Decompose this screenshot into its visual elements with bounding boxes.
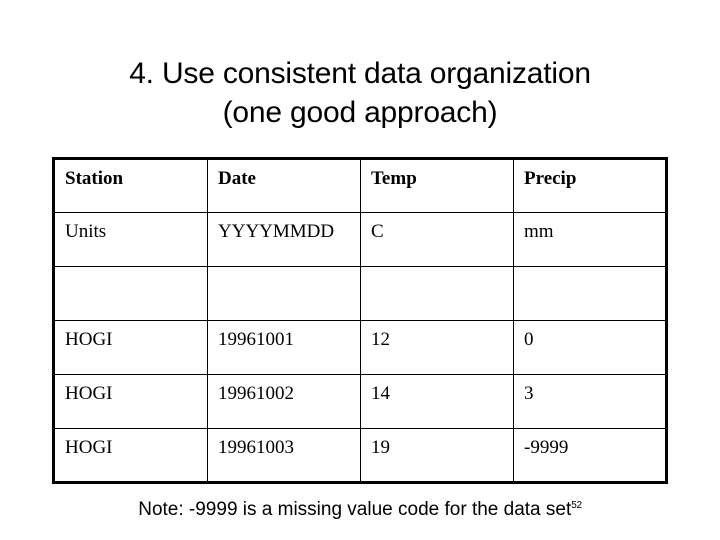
cell-units-date: YYYYMMDD bbox=[207, 212, 361, 267]
table-row-blank bbox=[53, 266, 667, 321]
cell-temp: 12 bbox=[360, 320, 514, 375]
cell-date: 19961001 bbox=[207, 320, 361, 375]
column-header-temp: Temp bbox=[360, 158, 514, 213]
cell-precip: 0 bbox=[513, 320, 667, 375]
data-table-container: Station Date Temp Precip Units YYYYMMDD … bbox=[52, 157, 668, 484]
cell-blank-precip bbox=[513, 266, 667, 321]
page-title-line-1: 4. Use consistent data organization bbox=[129, 57, 591, 90]
slide-canvas: 4. Use consistent data organization (one… bbox=[0, 0, 720, 540]
cell-temp: 14 bbox=[360, 374, 514, 429]
cell-station: HOGI bbox=[53, 374, 208, 429]
page-title: 4. Use consistent data organization (one… bbox=[36, 54, 684, 132]
cell-blank-temp bbox=[360, 266, 514, 321]
table-row: HOGI 19961003 19 -9999 bbox=[53, 428, 667, 483]
cell-date: 19961003 bbox=[207, 428, 361, 483]
table-row-units: Units YYYYMMDD C mm bbox=[53, 212, 667, 267]
cell-units-precip: mm bbox=[513, 212, 667, 267]
cell-blank-station bbox=[53, 266, 208, 321]
table-row: HOGI 19961001 12 0 bbox=[53, 320, 667, 375]
column-header-date: Date bbox=[207, 158, 361, 213]
cell-units-station: Units bbox=[53, 212, 208, 267]
cell-station: HOGI bbox=[53, 428, 208, 483]
cell-station: HOGI bbox=[53, 320, 208, 375]
data-table: Station Date Temp Precip Units YYYYMMDD … bbox=[52, 157, 668, 484]
slide-number: 52 bbox=[571, 500, 582, 511]
footer-note-text: Note: -9999 is a missing value code for … bbox=[138, 499, 572, 520]
cell-date: 19961002 bbox=[207, 374, 361, 429]
cell-temp: 19 bbox=[360, 428, 514, 483]
cell-units-temp: C bbox=[360, 212, 514, 267]
cell-precip: -9999 bbox=[513, 428, 667, 483]
column-header-precip: Precip bbox=[513, 158, 667, 213]
footer-note: Note: -9999 is a missing value code for … bbox=[36, 493, 684, 523]
table-header-row: Station Date Temp Precip bbox=[53, 158, 667, 213]
page-title-line-2: (one good approach) bbox=[222, 96, 498, 129]
column-header-station: Station bbox=[53, 158, 208, 213]
cell-blank-date bbox=[207, 266, 361, 321]
table-row: HOGI 19961002 14 3 bbox=[53, 374, 667, 429]
cell-precip: 3 bbox=[513, 374, 667, 429]
